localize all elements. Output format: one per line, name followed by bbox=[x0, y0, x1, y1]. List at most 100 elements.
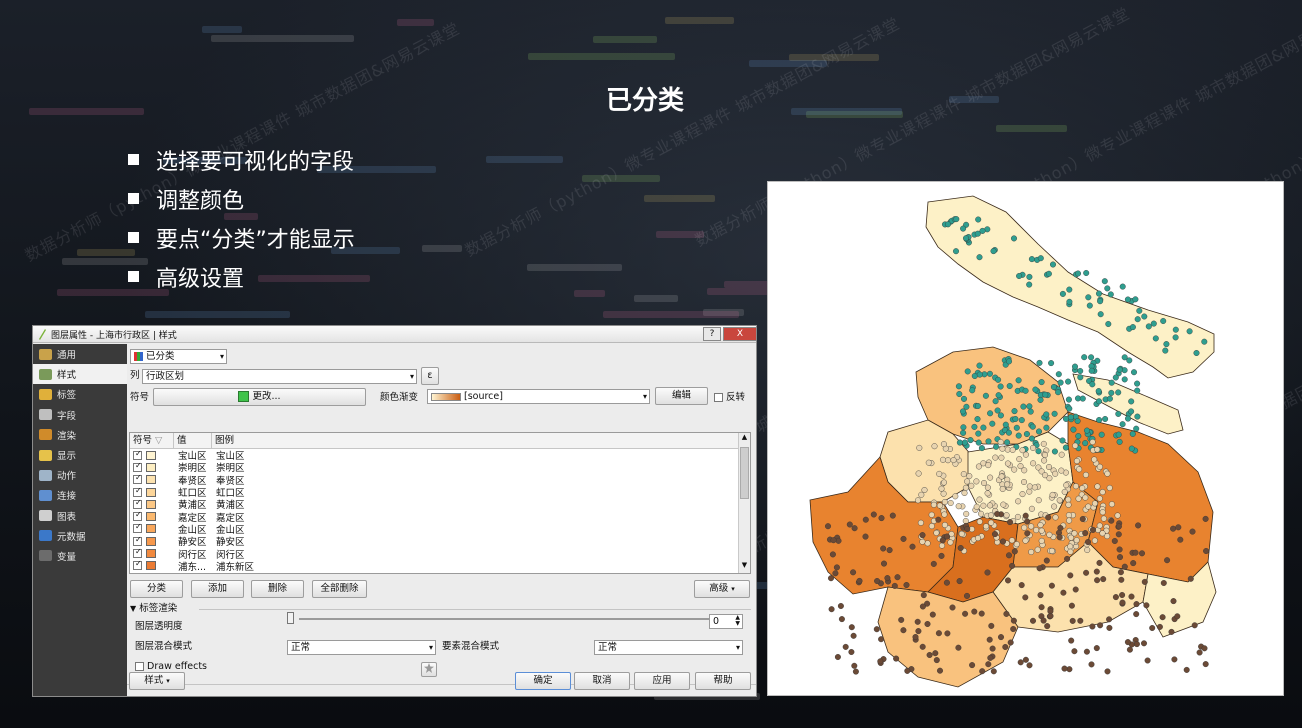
color-swatch[interactable] bbox=[146, 450, 156, 460]
sidebar-item[interactable]: 字段 bbox=[33, 405, 127, 425]
poi-marker bbox=[1170, 598, 1177, 605]
column-header-value[interactable]: 值 bbox=[174, 433, 212, 448]
table-row[interactable]: ✓ 虹口区 虹口区 bbox=[130, 486, 750, 499]
delete-class-button[interactable]: 删除 bbox=[251, 580, 304, 598]
sidebar-item[interactable]: 显示 bbox=[33, 445, 127, 465]
sidebar-item[interactable]: 元数据 bbox=[33, 526, 127, 546]
poi-marker bbox=[838, 616, 845, 623]
expression-button[interactable]: ε bbox=[421, 367, 439, 385]
class-visible-checkbox[interactable]: ✓ bbox=[133, 522, 142, 534]
opacity-spinbox[interactable]: 0 ▲ ▼ bbox=[709, 614, 743, 629]
class-visible-checkbox[interactable]: ✓ bbox=[133, 559, 142, 571]
spin-arrows-icon[interactable]: ▲ ▼ bbox=[735, 615, 740, 627]
column-header-symbol[interactable]: 符号 ▽ bbox=[130, 433, 174, 448]
colorramp-select[interactable]: [source] ▾ bbox=[427, 389, 650, 404]
layer-blend-select[interactable]: 正常 ▾ bbox=[287, 640, 436, 655]
sidebar-item[interactable]: 通用 bbox=[33, 344, 127, 364]
poi-marker bbox=[984, 484, 991, 491]
table-row[interactable]: ✓ 宝山区 宝山区 bbox=[130, 449, 750, 462]
invert-checkbox[interactable]: 反转 bbox=[714, 391, 745, 405]
classify-button[interactable]: 分类 bbox=[130, 580, 183, 598]
poi-marker bbox=[1072, 363, 1079, 370]
poi-marker bbox=[980, 480, 987, 487]
color-swatch[interactable] bbox=[146, 487, 156, 497]
advanced-button[interactable]: 高级 ▾ bbox=[694, 580, 750, 598]
color-swatch[interactable] bbox=[146, 512, 156, 522]
poi-marker bbox=[1096, 559, 1103, 566]
sidebar-item[interactable]: 连接 bbox=[33, 485, 127, 505]
poi-marker bbox=[955, 503, 962, 510]
poi-marker bbox=[935, 630, 942, 637]
poi-marker bbox=[985, 661, 992, 668]
symbol-cell: ✓ bbox=[130, 461, 178, 472]
color-swatch[interactable] bbox=[146, 462, 156, 472]
class-visible-checkbox[interactable]: ✓ bbox=[133, 547, 142, 559]
poi-marker bbox=[1028, 256, 1035, 263]
opacity-slider-handle[interactable] bbox=[287, 612, 294, 624]
class-visible-checkbox[interactable]: ✓ bbox=[133, 510, 142, 522]
poi-marker bbox=[1119, 421, 1126, 428]
poi-marker bbox=[1135, 522, 1142, 529]
help-button[interactable]: 帮助 bbox=[695, 672, 751, 690]
column-select[interactable]: 行政区划 ▾ bbox=[142, 369, 417, 384]
class-visible-checkbox[interactable]: ✓ bbox=[133, 498, 142, 509]
table-row[interactable]: ✓ 闵行区 闵行区 bbox=[130, 547, 750, 561]
poi-marker bbox=[1067, 414, 1074, 421]
cancel-button[interactable]: 取消 bbox=[574, 672, 630, 690]
class-visible-checkbox[interactable]: ✓ bbox=[133, 535, 142, 546]
layer-rendering-toggle[interactable]: ▼ 标签渲染 bbox=[130, 602, 177, 616]
color-swatch[interactable] bbox=[146, 499, 156, 509]
change-symbol-button[interactable]: 更改... bbox=[153, 388, 366, 406]
class-visible-checkbox[interactable]: ✓ bbox=[133, 486, 142, 497]
class-visible-checkbox[interactable]: ✓ bbox=[133, 473, 142, 485]
sidebar-item[interactable]: 动作 bbox=[33, 465, 127, 485]
color-swatch[interactable] bbox=[146, 524, 156, 534]
sidebar-item[interactable]: 样式 bbox=[33, 364, 127, 385]
table-row[interactable]: ✓ 嘉定区 嘉定区 bbox=[130, 510, 750, 524]
close-button[interactable]: X bbox=[723, 327, 757, 341]
color-swatch[interactable] bbox=[146, 549, 156, 559]
poi-marker bbox=[842, 643, 849, 650]
edit-ramp-button[interactable]: 编辑 bbox=[655, 387, 708, 405]
table-row[interactable]: ✓ 黄浦区 黄浦区 bbox=[130, 498, 750, 511]
column-header-legend[interactable]: 图例 bbox=[212, 433, 332, 448]
color-swatch[interactable] bbox=[146, 475, 156, 485]
poi-marker bbox=[1116, 546, 1123, 553]
apply-button[interactable]: 应用 bbox=[634, 672, 690, 690]
sidebar-item[interactable]: 变量 bbox=[33, 546, 127, 566]
poi-marker bbox=[919, 603, 926, 610]
sidebar-item[interactable]: 图表 bbox=[33, 506, 127, 526]
table-row[interactable]: ✓ 浦东... 浦东新区 bbox=[130, 559, 750, 573]
table-row[interactable]: ✓ 静安区 静安区 bbox=[130, 535, 750, 548]
poi-marker bbox=[1193, 349, 1200, 356]
bullet-item: 选择要可视化的字段 bbox=[128, 140, 355, 179]
effects-settings-button[interactable] bbox=[421, 662, 437, 677]
poi-marker bbox=[993, 443, 1000, 450]
ok-button[interactable]: 确定 bbox=[515, 672, 571, 690]
table-row[interactable]: ✓ 崇明区 崇明区 bbox=[130, 461, 750, 474]
color-swatch[interactable] bbox=[146, 536, 156, 546]
square-bullet-icon bbox=[128, 232, 139, 243]
table-row[interactable]: ✓ 金山区 金山区 bbox=[130, 522, 750, 536]
style-menu-button[interactable]: 样式 ▾ bbox=[129, 672, 185, 690]
scroll-down-icon[interactable]: ▼ bbox=[739, 561, 750, 573]
table-row[interactable]: ✓ 奉贤区 奉贤区 bbox=[130, 473, 750, 487]
delete-all-button[interactable]: 全部删除 bbox=[312, 580, 367, 598]
poi-marker bbox=[1030, 444, 1037, 451]
add-class-button[interactable]: 添加 bbox=[191, 580, 244, 598]
class-visible-checkbox[interactable]: ✓ bbox=[133, 461, 142, 472]
sidebar-item[interactable]: 渲染 bbox=[33, 425, 127, 445]
scroll-up-icon[interactable]: ▲ bbox=[739, 433, 750, 445]
help-titlebar-button[interactable]: ? bbox=[703, 327, 721, 341]
renderer-select[interactable]: 已分类 ▾ bbox=[130, 349, 227, 364]
poi-marker bbox=[989, 420, 996, 427]
opacity-slider-track[interactable] bbox=[299, 618, 709, 620]
poi-marker bbox=[998, 454, 1005, 461]
class-visible-checkbox[interactable]: ✓ bbox=[133, 449, 142, 460]
table-scrollbar[interactable]: ▲ ▼ bbox=[738, 433, 750, 573]
color-swatch[interactable] bbox=[146, 561, 156, 571]
scroll-thumb[interactable] bbox=[740, 447, 749, 499]
sidebar-item[interactable]: 标签 bbox=[33, 384, 127, 404]
dialog-titlebar[interactable]: 图层属性 - 上海市行政区 | 样式 bbox=[33, 326, 756, 343]
feature-blend-select[interactable]: 正常 ▾ bbox=[594, 640, 743, 655]
